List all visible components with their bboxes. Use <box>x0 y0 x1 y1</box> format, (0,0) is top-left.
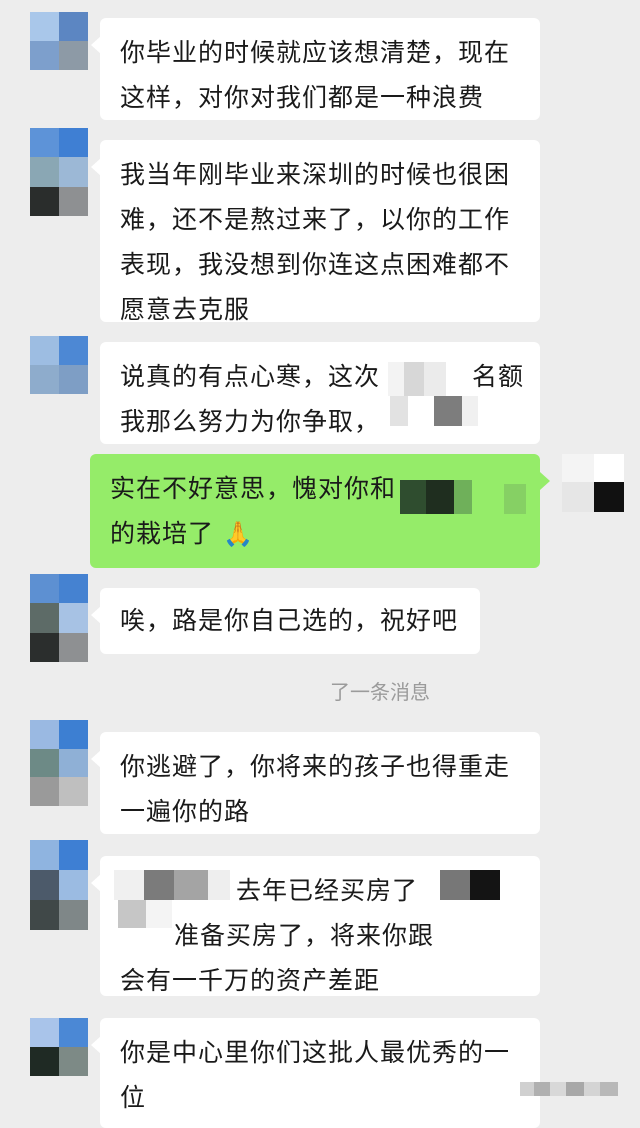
message-text: 你是中心里你们这批人最优秀的一 <box>120 1038 511 1067</box>
message-text: 你逃避了，你将来的孩子也得重走 <box>120 752 511 781</box>
message-text: 唉，路是你自己选的，祝好吧 <box>120 606 459 635</box>
message-bubble: 去年已经买房了 准备买房了，将来你跟 会有一千万的资产差距 <box>91 856 540 996</box>
message-text: 一遍你的路 <box>120 797 251 826</box>
message-bubble: 你是中心里你们这批人最优秀的一 位 <box>91 1018 540 1128</box>
message-text: 这样，对你对我们都是一种浪费 <box>120 83 485 112</box>
avatar[interactable] <box>30 720 88 806</box>
message-text-fragment: 名额 <box>472 362 525 391</box>
folded-hands-emoji: 🙏 <box>222 520 254 548</box>
message-text: 说真的有点心寒，这次 <box>120 362 381 391</box>
message-line: 的栽培了 🙏 <box>110 511 520 557</box>
message-bubble-self: 实在不好意思，愧对你和 的栽培了 🙏 <box>90 454 550 568</box>
message-text: 你毕业的时候就应该想清楚，现在 <box>120 38 511 67</box>
message-bubble: 我当年刚毕业来深圳的时候也很困 难，还不是熬过来了，以你的工作 表现，我没想到你… <box>91 140 540 324</box>
redaction-mosaic <box>390 396 478 426</box>
message-text: 我当年刚毕业来深圳的时候也很困 <box>120 160 511 189</box>
avatar[interactable] <box>30 574 88 662</box>
avatar-self[interactable] <box>562 482 624 512</box>
message-bubble: 你毕业的时候就应该想清楚，现在 这样，对你对我们都是一种浪费 <box>91 18 540 120</box>
redaction-mosaic <box>114 870 230 900</box>
redaction-mosaic <box>388 362 446 396</box>
avatar[interactable] <box>30 336 88 394</box>
avatar[interactable] <box>30 12 88 70</box>
avatar[interactable] <box>30 840 88 930</box>
message-text: 愿意去克服 <box>120 295 251 324</box>
avatar[interactable] <box>30 128 88 216</box>
message-bubble: 唉，路是你自己选的，祝好吧 <box>91 588 480 654</box>
avatar-self[interactable] <box>562 454 624 482</box>
redaction-mosaic <box>400 480 472 514</box>
message-text: 难，还不是熬过来了，以你的工作 <box>120 205 511 234</box>
message-text: 的栽培了 <box>110 519 215 548</box>
redaction-mosaic <box>504 484 526 514</box>
message-text: 表现，我没想到你连这点困难都不 <box>120 250 511 279</box>
redaction-mosaic <box>440 870 500 900</box>
message-text: 准备买房了，将来你跟 <box>174 921 435 950</box>
message-bubble: 你逃避了，你将来的孩子也得重走 一遍你的路 <box>91 732 540 834</box>
message-text: 会有一千万的资产差距 <box>120 966 381 995</box>
avatar[interactable] <box>30 1018 88 1076</box>
system-message: 了一条消息 <box>330 680 430 704</box>
message-bubble: 说真的有点心寒，这次 我那么努力为你争取， 名额 <box>100 342 540 444</box>
redaction-mosaic <box>118 900 172 928</box>
message-text: 位 <box>120 1083 147 1112</box>
watermark-mosaic <box>520 1082 618 1096</box>
